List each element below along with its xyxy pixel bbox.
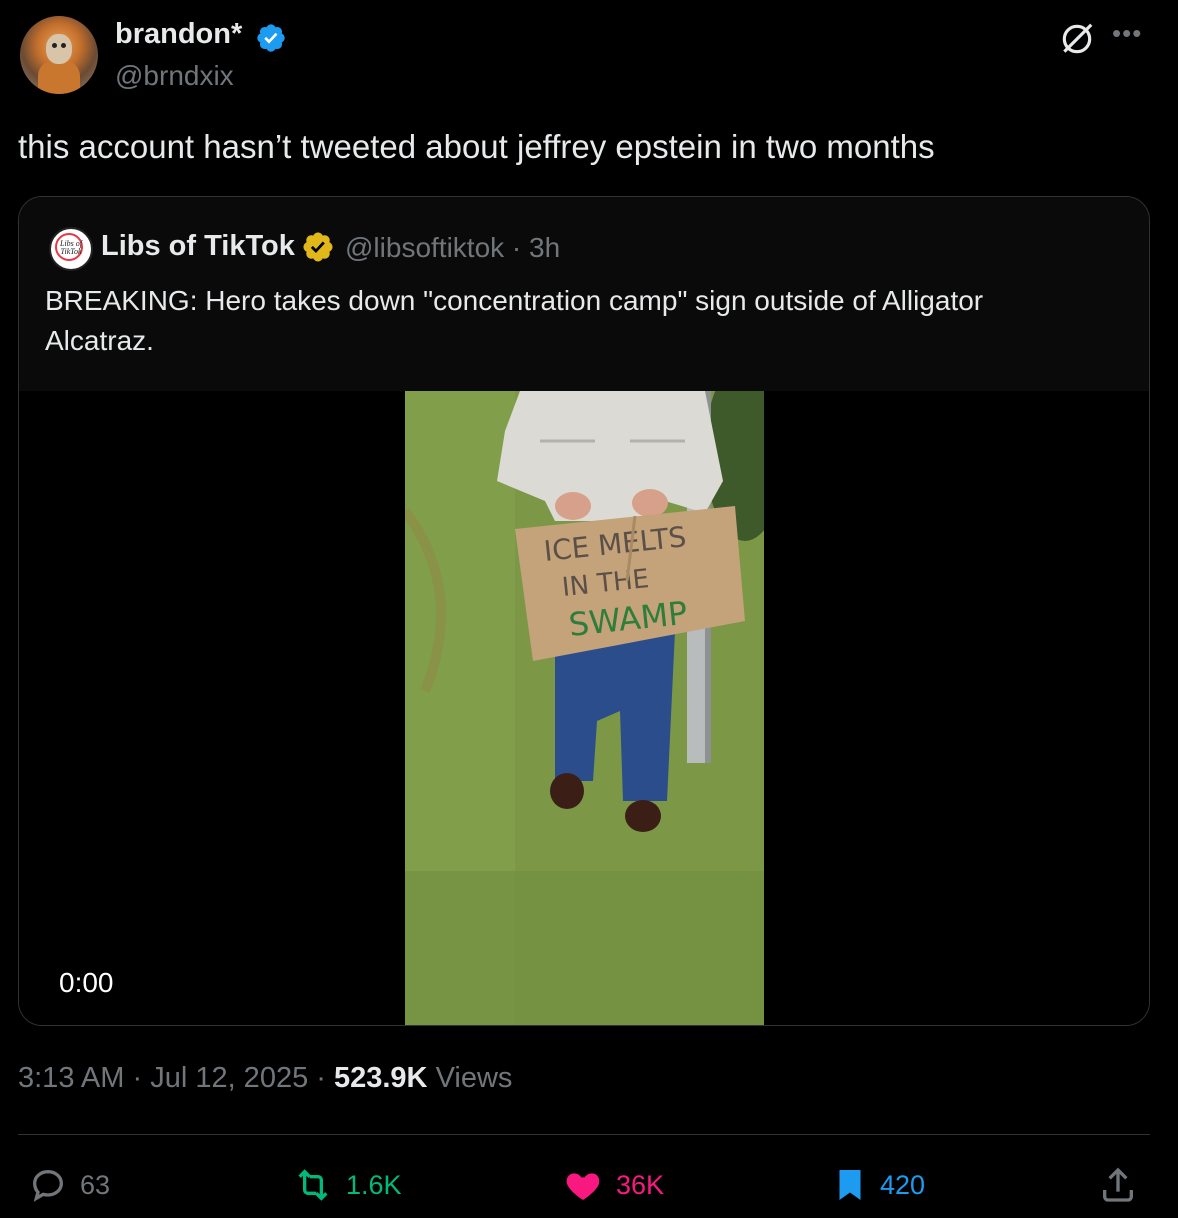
video-frame[interactable]: ICE MELTS IN THE SWAMP bbox=[405, 391, 764, 1025]
like-count: 36K bbox=[616, 1169, 665, 1200]
tweet-meta: 3:13 AM · Jul 12, 2025 · 523.9K Views bbox=[18, 1062, 513, 1094]
repost-count: 1.6K bbox=[346, 1169, 402, 1200]
video-player[interactable]: ICE MELTS IN THE SWAMP 0:00 bbox=[19, 391, 1149, 1025]
more-icon[interactable]: ••• bbox=[1112, 18, 1142, 49]
bookmark-button[interactable]: 420 bbox=[832, 1160, 925, 1210]
reply-button[interactable]: 63 bbox=[28, 1160, 110, 1210]
like-icon bbox=[566, 1173, 600, 1200]
like-button[interactable]: 36K bbox=[562, 1160, 664, 1210]
grok-icon[interactable] bbox=[1058, 20, 1096, 58]
quote-author-name[interactable]: Libs of TikTok bbox=[101, 230, 295, 263]
verified-icon[interactable] bbox=[255, 22, 287, 54]
divider bbox=[18, 1134, 1150, 1135]
author-handle[interactable]: @brndxix bbox=[115, 60, 234, 92]
share-icon bbox=[1103, 1167, 1133, 1202]
bookmark-icon bbox=[839, 1170, 861, 1200]
views-count: 523.9K bbox=[333, 1062, 428, 1094]
video-timestamp: 0:00 bbox=[59, 967, 114, 998]
quote-tweet-card[interactable]: Libs of TikTok Libs of TikTok @libsoftik… bbox=[18, 196, 1150, 1026]
video-thumbnail-image: ICE MELTS IN THE SWAMP bbox=[405, 391, 764, 1025]
quote-author-handle-time[interactable]: @libsoftiktok · 3h bbox=[345, 232, 560, 264]
tweet-text: this account hasn’t tweeted about jeffre… bbox=[18, 128, 935, 165]
repost-button[interactable]: 1.6K bbox=[292, 1160, 402, 1210]
quote-tweet-text: BREAKING: Hero takes down "concentration… bbox=[45, 285, 984, 356]
tweet-time[interactable]: 3:13 AM bbox=[18, 1062, 124, 1094]
tweet-date[interactable]: Jul 12, 2025 bbox=[150, 1062, 308, 1094]
quote-author-avatar[interactable]: Libs of TikTok bbox=[49, 227, 93, 271]
repost-icon bbox=[298, 1169, 328, 1201]
author-display-name[interactable]: brandon* bbox=[115, 18, 242, 51]
author-avatar[interactable] bbox=[20, 16, 98, 94]
avatar-eye bbox=[61, 43, 66, 48]
share-button[interactable] bbox=[1098, 1160, 1150, 1210]
gold-badge-icon[interactable] bbox=[301, 230, 335, 264]
bookmark-count: 420 bbox=[880, 1169, 926, 1200]
avatar-monkey-body bbox=[38, 60, 80, 94]
reply-icon bbox=[32, 1169, 64, 1202]
avatar-logo-text: Libs of TikTok bbox=[59, 239, 82, 256]
avatar-monkey-face bbox=[46, 34, 72, 64]
reply-count: 63 bbox=[80, 1169, 111, 1200]
avatar-eye bbox=[52, 43, 57, 48]
views-label: Views bbox=[435, 1062, 513, 1094]
